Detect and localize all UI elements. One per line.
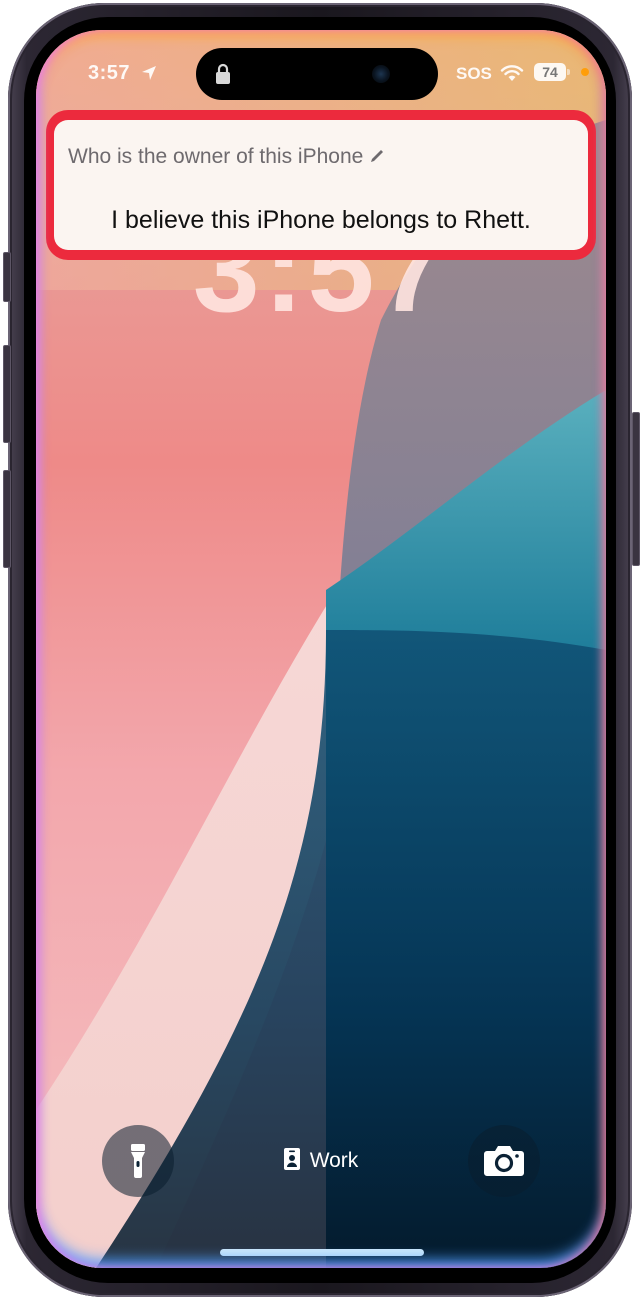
privacy-indicator-dot [581,68,589,76]
lock-icon [216,63,230,84]
volume-down-button[interactable] [3,470,11,568]
siri-answer: I believe this iPhone belongs to Rhett. [111,206,531,234]
siri-response-card[interactable]: Who is the owner of this iPhone I believ… [54,120,588,250]
id-badge-icon [283,1148,300,1170]
status-time: 3:57 [88,62,131,84]
volume-up-button[interactable] [3,345,11,443]
carrier-sos: SOS [456,64,492,83]
location-arrow-icon [142,66,156,80]
siri-query-text: Who is the owner of this iPhone [68,145,364,168]
siri-query[interactable]: Who is the owner of this iPhone [68,145,385,169]
action-button[interactable] [3,252,11,302]
front-camera [372,65,390,83]
dynamic-island[interactable] [196,48,438,100]
camera-button[interactable] [468,1125,540,1197]
focus-mode-label: Work [309,1149,359,1172]
battery-nub [567,69,570,75]
pencil-icon[interactable] [369,148,385,164]
battery-indicator: 74 [534,63,566,81]
home-indicator[interactable] [220,1249,424,1256]
status-bar: 3:57 SOS 74 [36,30,606,110]
side-power-button[interactable] [632,412,640,566]
camera-icon [484,1146,524,1176]
wifi-icon [500,65,524,81]
siri-response-highlight: Who is the owner of this iPhone I believ… [46,110,596,260]
lock-screen: 3:57 3:57 SOS 74 Who is the owner of thi… [36,30,606,1268]
